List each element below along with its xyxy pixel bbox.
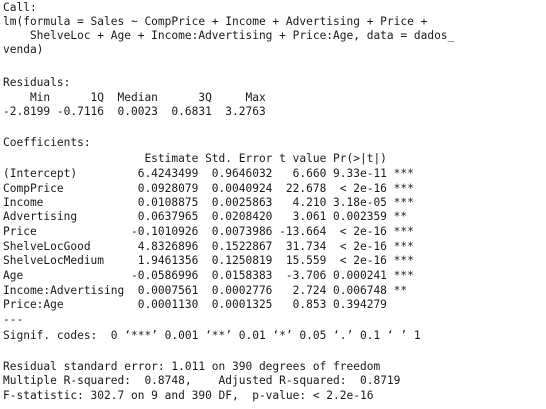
coefficient-row: CompPrice 0.0928079 0.0040924 22.678 < 2… xyxy=(3,182,414,195)
call-formula-line: venda) xyxy=(3,43,44,56)
f-statistic-line: F-statistic: 302.7 on 9 and 390 DF, p-va… xyxy=(3,389,374,402)
coefficient-row: Income:Advertising 0.0007561 0.0002776 2… xyxy=(3,284,414,297)
residuals-header: Min 1Q Median 3Q Max xyxy=(3,91,273,104)
residual-standard-error: Residual standard error: 1.011 on 390 de… xyxy=(3,360,381,373)
coefficients-label: Coefficients: xyxy=(3,136,91,149)
separator-line: --- xyxy=(3,313,24,326)
coefficient-row: Age -0.0586996 0.0158383 -3.706 0.000241… xyxy=(3,269,414,282)
coefficient-row: ShelveLocGood 4.8326896 0.1522867 31.734… xyxy=(3,240,414,253)
call-formula-line: lm(formula = Sales ~ CompPrice + Income … xyxy=(3,15,428,28)
coefficient-row: Income 0.0108875 0.0025863 4.210 3.18e-0… xyxy=(3,196,414,209)
coefficient-row: (Intercept) 6.4243499 0.9646032 6.660 9.… xyxy=(3,167,414,180)
call-formula-line: ShelveLoc + Age + Income:Advertising + P… xyxy=(3,29,455,42)
residuals-values: -2.8199 -0.7116 0.0023 0.6831 3.2763 xyxy=(3,105,273,118)
residuals-label: Residuals: xyxy=(3,76,71,89)
call-label: Call: xyxy=(3,1,37,14)
coefficient-row: ShelveLocMedium 1.9461356 0.1250819 15.5… xyxy=(3,254,414,267)
r-squared-line: Multiple R-squared: 0.8748, Adjusted R-s… xyxy=(3,374,408,387)
coefficients-header: Estimate Std. Error t value Pr(>|t|) xyxy=(3,152,414,165)
coefficient-row: Advertising 0.0637965 0.0208420 3.061 0.… xyxy=(3,210,414,223)
signif-codes: Signif. codes: 0 ‘***’ 0.001 ‘**’ 0.01 ‘… xyxy=(3,329,421,342)
coefficient-row: Price:Age 0.0001130 0.0001325 0.853 0.39… xyxy=(3,298,414,311)
r-console-output: Call: lm(formula = Sales ~ CompPrice + I… xyxy=(0,0,546,409)
coefficient-row: Price -0.1010926 0.0073986 -13.664 < 2e-… xyxy=(3,225,414,238)
